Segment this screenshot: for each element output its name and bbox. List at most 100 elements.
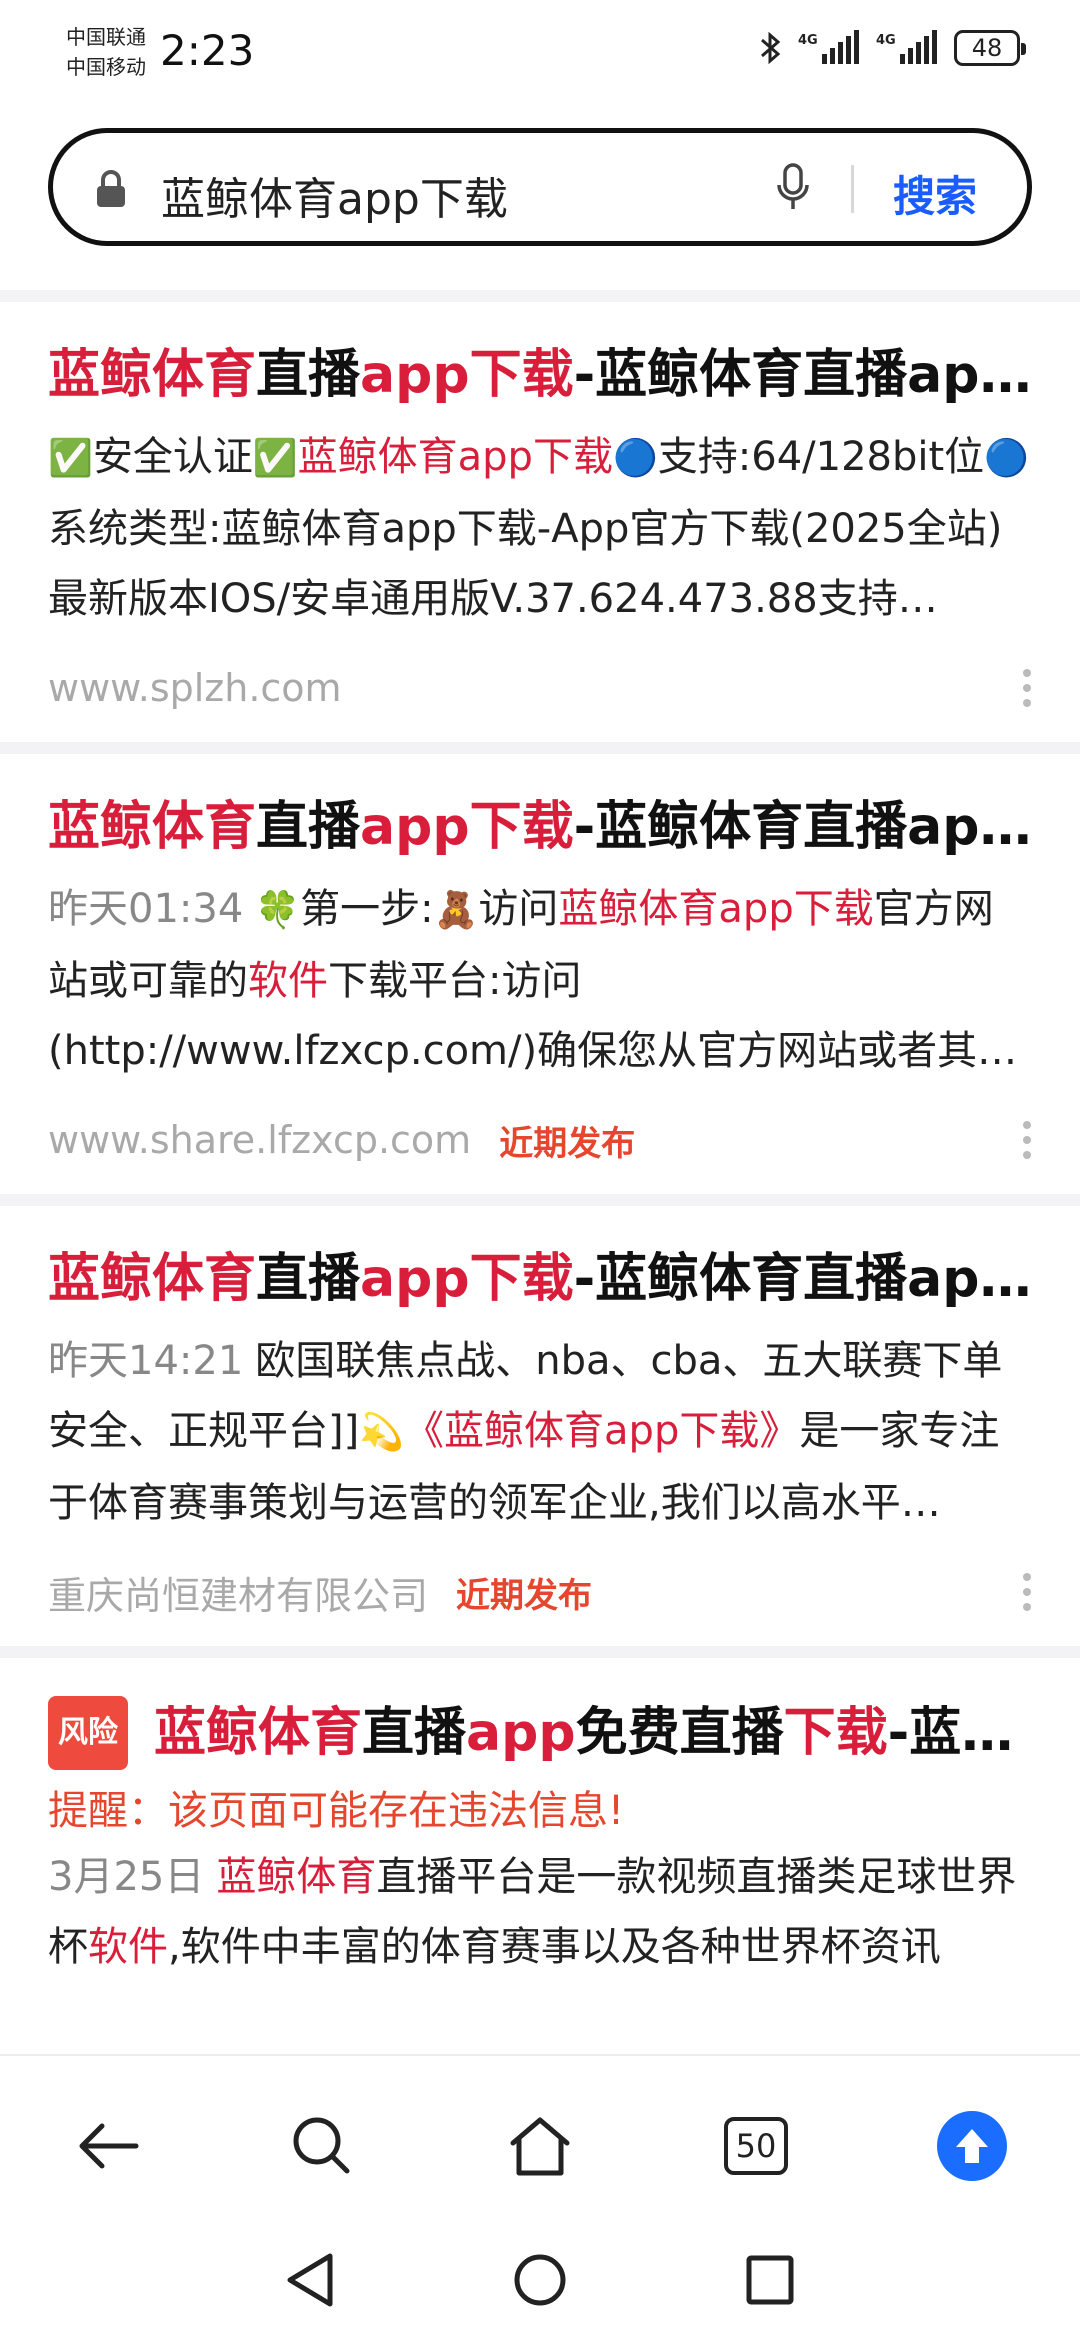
result-footer: www.splzh.com — [48, 634, 1032, 742]
scroll-top-button[interactable] — [932, 2106, 1012, 2186]
emoji-icon: 🔵 — [984, 438, 1029, 479]
text-segment: 访问 — [478, 886, 559, 932]
text-segment: 直播 — [256, 1249, 361, 1309]
result-card[interactable]: 蓝鲸体育直播app下载-蓝鲸体育直播app下载 昨天14:21欧国联焦点战、nb… — [0, 1206, 1080, 1646]
signal-4g-icon-2: 4G — [876, 30, 937, 64]
text-segment: -蓝鲸体育直播app下载 — [573, 345, 1032, 405]
result-snippet: 3月25日 蓝鲸体育直播平台是一款视频直播类足球世界杯软件,软件中丰富的体育赛事以… — [48, 1842, 1032, 1982]
result-title[interactable]: 蓝鲸体育直播app下载-蓝鲸体育直播app下载 — [48, 754, 1032, 862]
microphone-icon[interactable] — [773, 161, 813, 213]
more-options-icon[interactable] — [1022, 668, 1032, 708]
result-snippet: 昨天14:21 欧国联焦点战、nba、cba、五大联赛下单安全、正规平台]]💫《蓝… — [48, 1326, 1032, 1538]
result-card[interactable]: 风险蓝鲸体育直播app免费直播下载-蓝鲸体育直播app免费直播下载 提醒：该页面… — [0, 1658, 1080, 1982]
home-icon — [510, 2117, 570, 2176]
system-home-icon[interactable] — [512, 2250, 568, 2310]
result-footer: 重庆尚恒建材有限公司 近期发布 — [48, 1538, 1032, 1646]
result-source[interactable]: www.share.lfzxcp.com — [48, 1118, 471, 1162]
result-date: 昨天01:34 — [48, 886, 244, 932]
carrier-2: 中国移动 — [66, 55, 146, 79]
result-source[interactable]: www.splzh.com — [48, 666, 342, 710]
arrow-up-icon — [956, 2129, 988, 2163]
battery-level: 48 — [971, 34, 1003, 62]
divider — [0, 742, 1080, 754]
result-card[interactable]: 蓝鲸体育直播app下载-蓝鲸体育直播app下载 昨天01:34🍀第一步:🧸访问蓝… — [0, 754, 1080, 1194]
back-arrow-icon — [79, 2123, 139, 2169]
search-bar[interactable]: 蓝鲸体育app下载 搜索 — [48, 128, 1032, 246]
highlight-text: 《蓝鲸体育app下载》 — [404, 1408, 800, 1454]
highlight-text: 蓝鲸体育app下载 — [297, 434, 613, 480]
system-back-icon[interactable] — [284, 2250, 336, 2310]
text-segment: -蓝鲸体育直播app下载 — [573, 1249, 1032, 1309]
browser-toolbar: 50 — [0, 2054, 1080, 2224]
highlight-text: 软件 — [248, 958, 328, 1004]
emoji-icon: 💫 — [359, 1412, 405, 1453]
home-button[interactable] — [500, 2106, 580, 2186]
highlight-text: 蓝鲸体育 — [48, 1249, 257, 1309]
carrier-info: 中国联通 中国移动 — [66, 22, 146, 82]
text-segment: 支持:64/128bit位 — [657, 434, 985, 480]
result-snippet: 昨天01:34 🍀第一步:🧸访问蓝鲸体育app下载官方网站或可靠的软件下载平台:访… — [48, 874, 1032, 1086]
recent-tag: 近期发布 — [499, 1123, 636, 1164]
status-bar: 中国联通 中国移动 2:23 4G 4G 48 — [0, 0, 1080, 110]
recent-tag: 近期发布 — [456, 1575, 593, 1616]
result-source[interactable]: 重庆尚恒建材有限公司 — [48, 1565, 428, 1620]
text-segment: 安全认证 — [92, 434, 253, 480]
highlight-text: app下载 — [360, 797, 574, 857]
result-date: 昨天14:21 — [48, 1338, 244, 1384]
text-segment: 直播 — [256, 797, 361, 857]
search-button[interactable]: 搜索 — [893, 163, 977, 224]
result-title-text: 蓝鲸体育直播app免费直播下载-蓝鲸体育直播app免费直播下载 — [154, 1703, 1032, 1763]
emoji-icon: 🔵 — [612, 438, 658, 479]
highlight-text: 软件 — [88, 1924, 168, 1970]
highlight-text: 蓝鲸体育 — [154, 1703, 363, 1763]
result-title[interactable]: 蓝鲸体育直播app下载-蓝鲸体育直播app下载 — [48, 302, 1032, 410]
system-nav-bar — [0, 2224, 1080, 2340]
more-options-icon[interactable] — [1022, 1120, 1032, 1160]
highlight-text: 蓝鲸体育 — [216, 1854, 377, 1900]
text-segment: -蓝鲸体育直播app下载 — [573, 797, 1032, 857]
emoji-icon: ✅ — [252, 438, 298, 479]
clock: 2:23 — [160, 26, 255, 75]
result-card[interactable]: 蓝鲸体育直播app下载-蓝鲸体育直播app下载 ✅安全认证✅蓝鲸体育app下载🔵… — [0, 302, 1080, 742]
scroll-top-circle — [937, 2111, 1007, 2181]
highlight-text: 蓝鲸体育 — [48, 797, 257, 857]
highlight-text: app下载 — [360, 345, 574, 405]
battery-indicator: 48 — [954, 30, 1026, 66]
network-1-label: 4G — [798, 33, 818, 48]
status-icons: 4G 4G 48 — [758, 30, 1026, 66]
signal-4g-icon: 4G — [798, 30, 859, 64]
back-button[interactable] — [68, 2106, 148, 2186]
text-segment: 直播 — [256, 345, 361, 405]
carrier-1: 中国联通 — [66, 25, 146, 49]
result-date: 3月25日 — [48, 1854, 205, 1900]
emoji-icon: ✅ — [48, 438, 93, 479]
risk-warning: 提醒：该页面可能存在违法信息! — [48, 1788, 625, 1834]
more-options-icon[interactable] — [1022, 1572, 1032, 1612]
search-divider — [851, 165, 854, 213]
highlight-text: 下载 — [783, 1703, 888, 1763]
text-segment: 第一步: — [300, 886, 434, 932]
divider — [0, 290, 1080, 302]
emoji-icon: 🍀 — [255, 890, 301, 931]
text-segment: ,软件中丰富的体育赛事以及各种世界杯资讯 — [168, 1924, 941, 1970]
result-snippet: ✅安全认证✅蓝鲸体育app下载🔵支持:64/128bit位🔵系统类型:蓝鲸体育a… — [48, 422, 1032, 634]
tabs-button[interactable]: 50 — [716, 2106, 796, 2186]
result-title[interactable]: 蓝鲸体育直播app下载-蓝鲸体育直播app下载 — [48, 1206, 1032, 1314]
system-recents-icon[interactable] — [744, 2250, 796, 2310]
highlight-text: 蓝鲸体育app下载 — [558, 886, 874, 932]
network-2-label: 4G — [876, 33, 896, 48]
text-segment: -蓝鲸体育直播app免费直播下载 — [887, 1703, 1032, 1763]
search-nav-button[interactable] — [282, 2106, 362, 2186]
emoji-icon: 🧸 — [433, 890, 479, 931]
results-list: 蓝鲸体育直播app下载-蓝鲸体育直播app下载 ✅安全认证✅蓝鲸体育app下载🔵… — [0, 290, 1080, 1982]
search-icon — [293, 2117, 350, 2174]
risk-badge: 风险 — [48, 1696, 128, 1770]
search-input[interactable]: 蓝鲸体育app下载 — [161, 163, 508, 227]
bluetooth-icon — [761, 31, 781, 65]
divider — [0, 1646, 1080, 1658]
result-footer: www.share.lfzxcp.com 近期发布 — [48, 1086, 1032, 1194]
highlight-text: 蓝鲸体育 — [48, 345, 257, 405]
text-segment: 系统类型:蓝鲸体育app下载-App官方下载(2025全站)最新版本IOS/安卓… — [48, 506, 1003, 622]
divider — [0, 1194, 1080, 1206]
result-title[interactable]: 风险蓝鲸体育直播app免费直播下载-蓝鲸体育直播app免费直播下载 — [48, 1658, 1032, 1770]
